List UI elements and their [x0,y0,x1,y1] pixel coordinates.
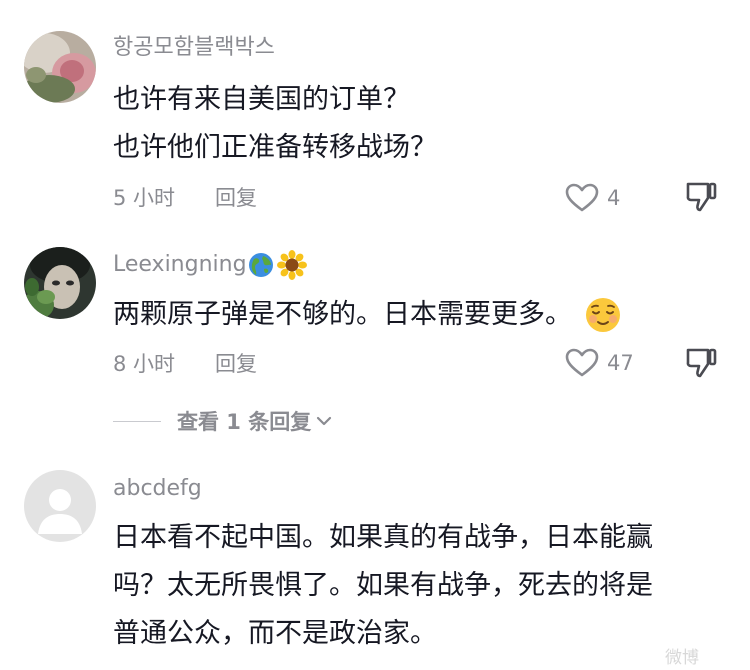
relieved-face-emoji-icon [586,297,620,332]
heart-icon [565,183,599,212]
chevron-down-icon [317,416,332,426]
divider-line [113,420,161,422]
avatar[interactable] [24,247,96,319]
comment-text-line: 吗？太无所畏惧了。如果有战争，死去的将是 [113,570,653,601]
avatar[interactable] [24,470,96,542]
thumbs-down-icon [686,182,717,212]
username[interactable]: abcdefg [113,475,202,503]
comment-meta: 8 小时 回复 [113,351,257,377]
globe-emoji-icon [248,253,273,277]
view-replies-button[interactable]: 查看 1 条回复 [113,404,333,438]
view-replies-label: 查看 1 条回复 [177,410,312,434]
username[interactable]: Leexingning [113,250,307,280]
like-button[interactable]: 47 [565,346,634,380]
reply-button[interactable]: 回复 [215,351,257,377]
dislike-button[interactable] [684,346,718,380]
heart-icon [565,348,599,377]
comment-text-line: 日本看不起中国。如果真的有战争，日本能赢 [113,522,653,553]
like-count: 4 [607,186,621,210]
like-count: 47 [607,351,634,375]
comment-text-line: 两颗原子弹是不够的。日本需要更多。 [113,292,622,337]
dislike-button[interactable] [684,180,718,214]
comment-text-line: 也许他们正准备转移战场？ [113,132,437,163]
thumbs-down-icon [686,348,717,378]
comment-meta: 5 小时 回复 [113,185,257,211]
comment-text-line: 普通公众，而不是政治家。 [113,618,437,649]
watermark: 微博 [665,648,699,668]
timestamp: 5 小时 [113,186,176,210]
reply-button[interactable]: 回复 [215,185,257,211]
avatar[interactable] [24,31,96,103]
like-button[interactable]: 4 [565,181,620,215]
username[interactable]: 항공모함블랙박스 [113,34,275,62]
comment-text-line: 也许有来自美国的订单？ [113,84,410,115]
sunflower-emoji-icon [276,250,307,280]
timestamp: 8 小时 [113,352,176,376]
